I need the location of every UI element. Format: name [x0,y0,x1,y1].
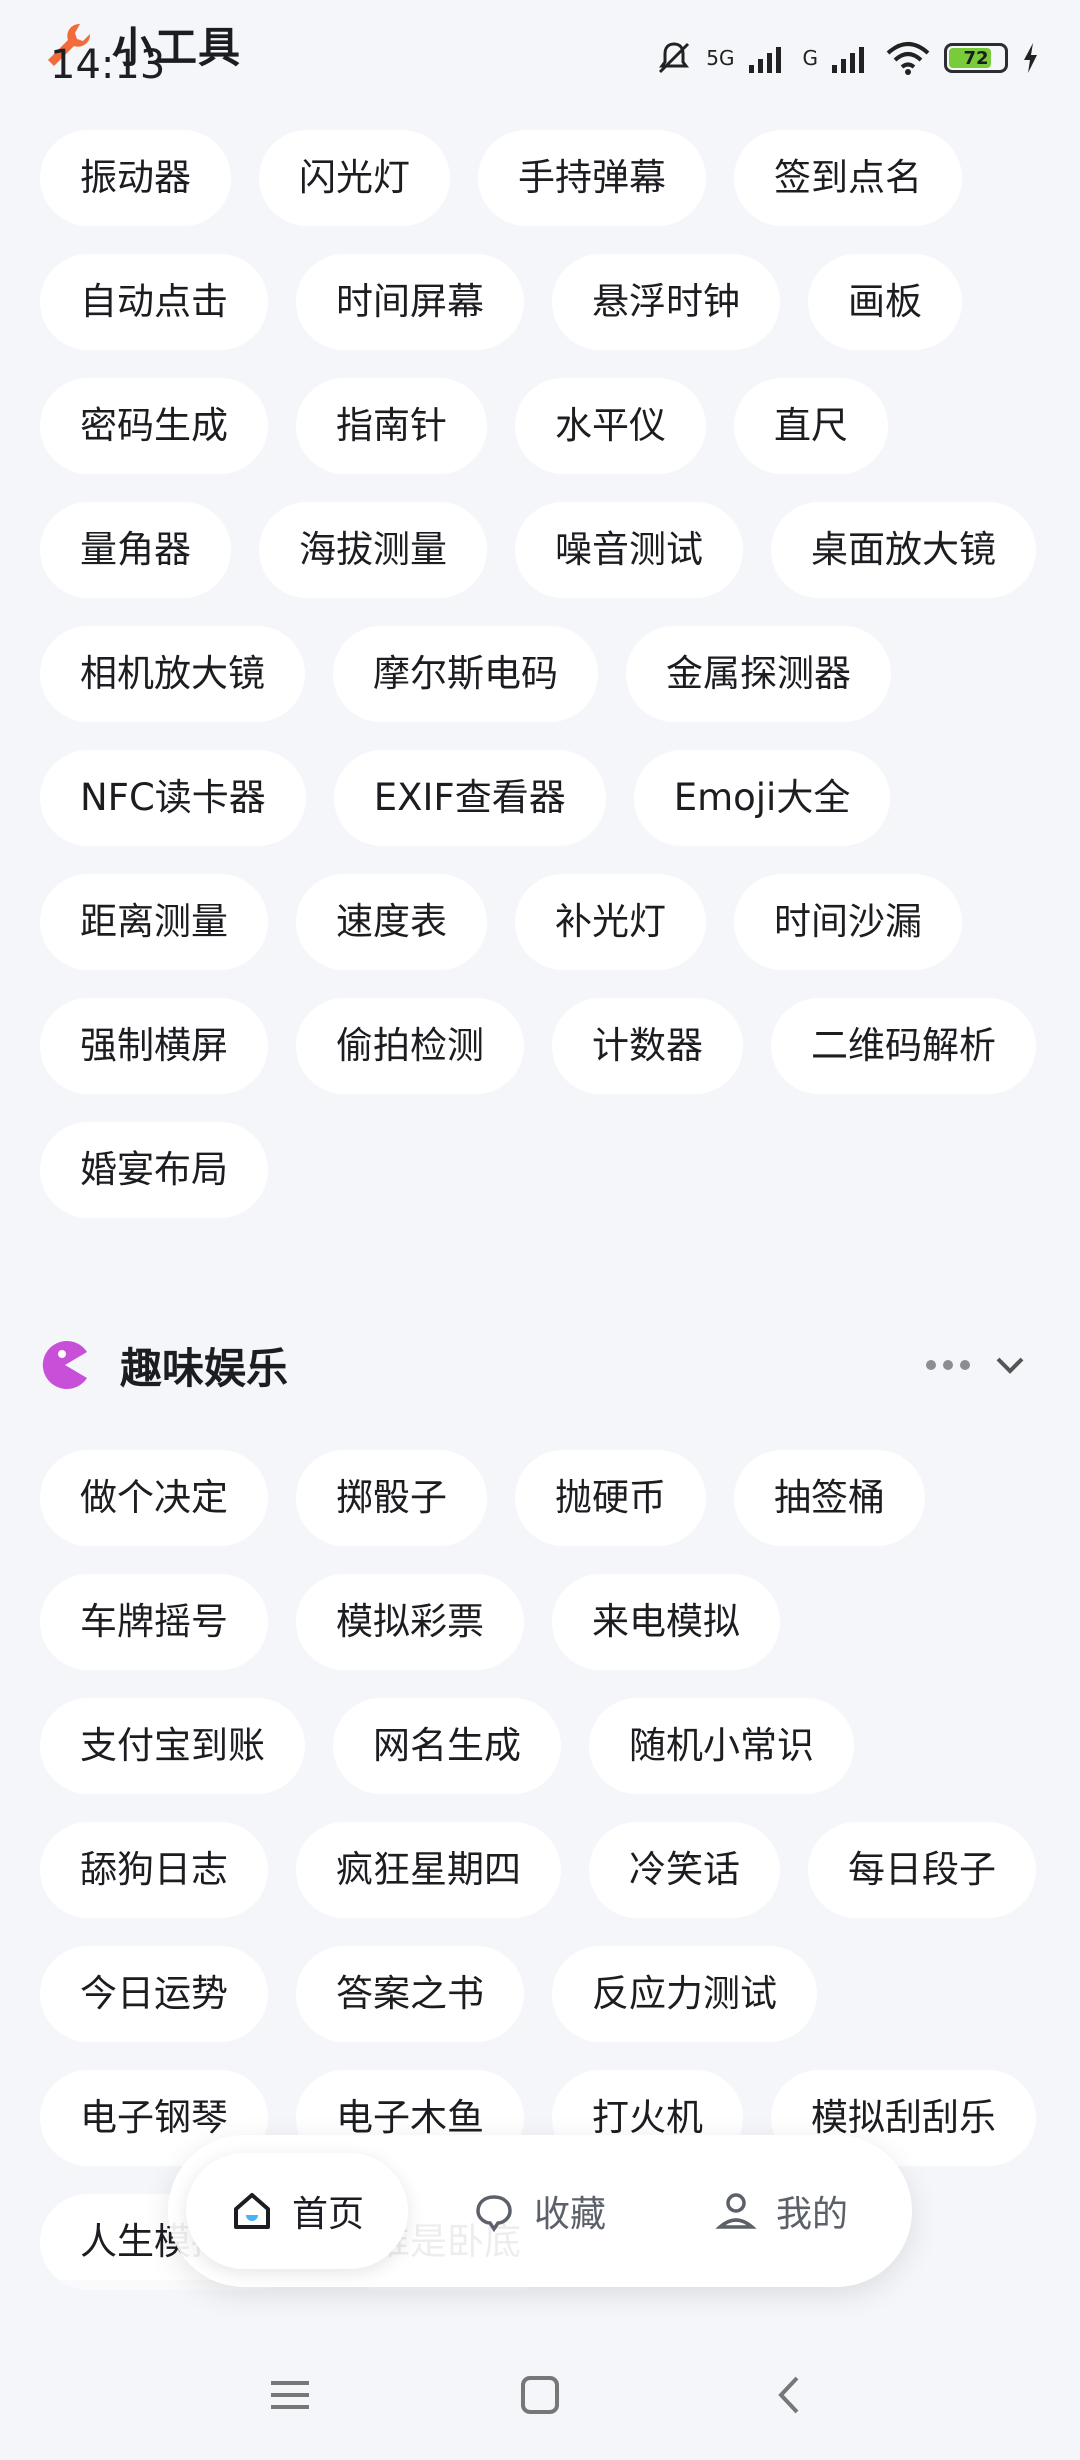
tool-chip[interactable]: 金属探测器 [626,626,891,722]
signal-bars-icon [832,47,864,73]
tool-chip[interactable]: 相机放大镜 [40,626,305,722]
fun-chip[interactable]: 抽签桶 [734,1450,925,1546]
system-navigation [0,2360,1080,2430]
charging-icon [1024,43,1037,73]
bottom-navigation: 首页 收藏 我的 [168,2135,912,2287]
tool-chip[interactable]: 指南针 [296,378,487,474]
fun-chip[interactable]: 随机小常识 [589,1698,854,1794]
tab-mine[interactable]: 我的 [670,2153,892,2269]
fun-chip[interactable]: 车牌摇号 [40,1574,268,1670]
fun-chip[interactable]: 每日段子 [808,1822,1036,1918]
section-header-fun: 趣味娱乐 [40,1320,1040,1410]
tab-favorites-label: 收藏 [534,2194,607,2235]
chevron-down-icon[interactable] [980,1345,1040,1385]
signal-type-1: 5G [706,46,735,70]
tool-chip[interactable]: 强制横屏 [40,998,268,1094]
status-icons: 5G G 72 [656,40,1040,76]
tool-chip[interactable]: 时间沙漏 [734,874,962,970]
tool-chip[interactable]: 悬浮时钟 [552,254,780,350]
signal-bars-icon [748,47,781,73]
tool-chip[interactable]: 签到点名 [734,130,962,226]
section-title-fun: 趣味娱乐 [120,1343,289,1393]
tool-chip[interactable]: 补光灯 [515,874,706,970]
tool-chip[interactable]: 婚宴布局 [40,1122,268,1218]
fun-chip[interactable]: 答案之书 [296,1946,524,2042]
tab-home[interactable]: 首页 [186,2153,409,2269]
tab-mine-label: 我的 [776,2194,849,2235]
tab-home-label: 首页 [292,2194,365,2235]
fun-chip[interactable]: 冷笑话 [589,1822,780,1918]
fun-chip[interactable]: 反应力测试 [552,1946,817,2042]
tool-chip[interactable]: 量角器 [40,502,231,598]
clock: 14:13 [50,42,166,88]
more-icon[interactable] [926,1360,970,1370]
tool-chip[interactable]: 闪光灯 [259,130,450,226]
bell-muted-icon [659,42,690,74]
favorites-icon [476,2195,512,2233]
tool-chip[interactable]: 手持弹幕 [478,130,706,226]
tool-chip[interactable]: 计数器 [552,998,743,1094]
fun-chip[interactable]: 模拟彩票 [296,1574,524,1670]
tool-chip[interactable]: Emoji大全 [633,750,891,846]
wifi-icon [886,42,930,75]
tool-chip[interactable]: 画板 [808,254,962,350]
status-bar: 小工具 14:13 5G G 72 [0,0,1080,130]
user-icon [715,2193,757,2229]
signal-type-2: G [802,46,819,70]
home-square-icon[interactable] [515,2370,565,2420]
fun-chip[interactable]: 网名生成 [333,1698,561,1794]
battery-level: 72 [963,47,989,69]
fun-chip[interactable]: 支付宝到账 [40,1698,305,1794]
fun-chip[interactable]: 做个决定 [40,1450,268,1546]
tool-chip[interactable]: 自动点击 [40,254,268,350]
fun-chip[interactable]: 舔狗日志 [40,1822,268,1918]
fun-chip[interactable]: 今日运势 [40,1946,268,2042]
tool-chip[interactable]: 二维码解析 [771,998,1036,1094]
tool-chip[interactable]: 海拔测量 [259,502,487,598]
tab-favorites[interactable]: 收藏 [428,2153,650,2269]
fun-chip[interactable]: 抛硬币 [515,1450,706,1546]
tool-chip[interactable]: 振动器 [40,130,231,226]
tool-chip[interactable]: 密码生成 [40,378,268,474]
pacman-icon [42,1341,87,1389]
tool-chip[interactable]: 噪音测试 [515,502,743,598]
tool-chip[interactable]: 桌面放大镜 [771,502,1036,598]
tool-chip[interactable]: 直尺 [734,378,888,474]
tool-chip[interactable]: 偷拍检测 [296,998,524,1094]
tools-grid: 振动器 闪光灯 手持弹幕 签到点名自动点击 时间屏幕 悬浮时钟 画板密码生成 指南针 水平仪 直尺… [40,130,1040,1218]
tool-chip[interactable]: 摩尔斯电码 [333,626,598,722]
tool-chip[interactable]: 速度表 [296,874,487,970]
fun-chip[interactable]: 来电模拟 [552,1574,780,1670]
battery-indicator: 72 [944,43,1008,73]
fun-chip[interactable]: 掷骰子 [296,1450,487,1546]
tool-chip[interactable]: 水平仪 [515,378,706,474]
tool-chip[interactable]: NFC读卡器 [40,750,306,846]
back-icon[interactable] [765,2370,815,2420]
tool-chip[interactable]: 时间屏幕 [296,254,524,350]
menu-icon[interactable] [265,2373,315,2417]
tool-chip[interactable]: EXIF查看器 [333,750,606,846]
fun-chip[interactable]: 疯狂星期四 [296,1822,561,1918]
section-actions [926,1345,1040,1385]
tool-chip[interactable]: 距离测量 [40,874,268,970]
home-icon [234,2193,270,2229]
